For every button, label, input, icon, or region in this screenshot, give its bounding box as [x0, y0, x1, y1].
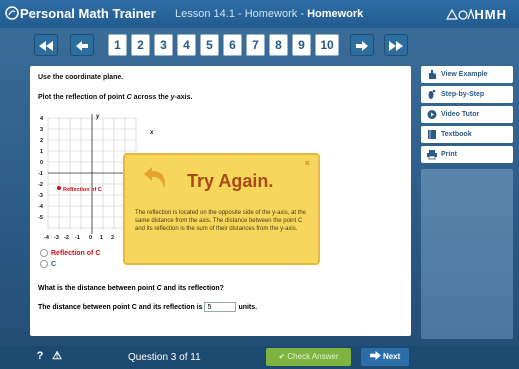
radio-button[interactable] [40, 260, 48, 269]
help-icon[interactable]: ? [34, 350, 46, 363]
x-axis-label: x [149, 130, 154, 136]
popup-title: Try Again. [187, 171, 274, 191]
x-tick: 2 [111, 235, 114, 241]
video-tutor-button[interactable]: Video Tutor [421, 106, 513, 123]
page-button-4[interactable]: 4 [177, 34, 196, 56]
question-prompt: Plot the reflection of point C across th… [38, 94, 193, 101]
question-panel: Use the coordinate plane. Plot the refle… [30, 66, 411, 336]
textbook-button[interactable]: Textbook [421, 126, 513, 143]
next-question-nav-button[interactable] [350, 34, 374, 56]
footer-bar: ? ⚠ Question 3 of 11 ✔ Check Answer Next [0, 346, 519, 369]
try-again-popup: × Try Again. The reflection is located o… [123, 153, 320, 265]
print-button[interactable]: Print [421, 146, 513, 163]
printer-icon [427, 150, 437, 160]
point-options: Reflection of C C [40, 248, 100, 270]
last-question-button[interactable] [384, 34, 408, 56]
y-tick: 2 [40, 138, 43, 144]
option-reflection-of-c[interactable]: Reflection of C [40, 248, 100, 259]
x-tick: 0 [89, 235, 92, 241]
reflection-point-label: Reflection of C [63, 187, 102, 193]
page-button-6[interactable]: 6 [223, 34, 242, 56]
next-button[interactable]: Next [361, 348, 409, 366]
y-axis-label: y [95, 114, 100, 120]
option-c[interactable]: C [40, 259, 100, 270]
answer-sentence: The distance between point C and its ref… [38, 302, 258, 312]
page-button-3[interactable]: 3 [154, 34, 173, 56]
y-tick: -2 [38, 182, 43, 188]
pointing-hand-icon [429, 70, 436, 79]
page-button-1[interactable]: 1 [108, 34, 127, 56]
instruction-text: Use the coordinate plane. [38, 74, 124, 81]
distance-answer-input[interactable]: 5 [204, 302, 237, 312]
y-tick: -3 [38, 193, 43, 199]
page-button-10[interactable]: 10 [315, 34, 339, 56]
undo-arrow-icon [144, 167, 165, 189]
view-example-button[interactable]: View Example [421, 66, 513, 83]
x-tick: 1 [100, 235, 103, 241]
arrow-right-icon [356, 41, 368, 51]
page-button-9[interactable]: 9 [292, 34, 311, 56]
sidebar-panel [421, 169, 513, 339]
arrow-left-icon [76, 41, 88, 51]
play-icon [427, 110, 437, 119]
y-tick: -5 [38, 215, 43, 221]
y-tick: 0 [40, 160, 43, 166]
distance-question: What is the distance between point C and… [38, 285, 224, 292]
y-tick: -1 [38, 171, 43, 177]
help-sidebar: View Example Step-by-Step Video Tutor Te… [421, 66, 513, 166]
y-tick: 1 [40, 149, 43, 155]
first-question-button[interactable] [34, 34, 58, 56]
page-button-8[interactable]: 8 [269, 34, 288, 56]
y-tick: -4 [38, 204, 44, 210]
step-by-step-button[interactable]: Step-by-Step [421, 86, 513, 103]
arrow-right-icon [369, 351, 381, 360]
question-counter: Question 3 of 11 [128, 352, 201, 363]
footprint-icon [428, 89, 436, 99]
x-tick: -2 [64, 235, 69, 241]
x-tick: -3 [54, 235, 59, 241]
double-chevron-right-icon [389, 41, 403, 51]
check-answer-button[interactable]: ✔ Check Answer [266, 348, 351, 366]
app-title: Personal Math Trainer [20, 6, 156, 21]
head-icon [5, 6, 19, 20]
x-tick: -4 [44, 235, 50, 241]
previous-question-button[interactable] [70, 34, 94, 56]
y-tick: 4 [40, 116, 44, 122]
x-tick: -1 [75, 235, 80, 241]
popup-message: The reflection is located on the opposit… [135, 210, 307, 232]
page-button-5[interactable]: 5 [200, 34, 219, 56]
book-icon [428, 130, 436, 139]
double-chevron-left-icon [39, 41, 53, 51]
app-header: Personal Math Trainer Lesson 14.1 - Home… [0, 0, 519, 28]
radio-button[interactable] [40, 249, 48, 258]
checkmark-icon: ✔ [278, 352, 286, 361]
warning-icon[interactable]: ⚠ [51, 350, 63, 363]
lesson-title: Lesson 14.1 - Homework - Homework [175, 8, 364, 20]
close-icon[interactable]: × [305, 158, 310, 168]
page-button-7[interactable]: 7 [246, 34, 265, 56]
hmh-logo-icon [446, 8, 475, 20]
reflection-point[interactable] [57, 186, 61, 190]
publisher-logo: HMH [446, 7, 507, 22]
y-tick: 3 [40, 127, 43, 133]
page-button-2[interactable]: 2 [131, 34, 150, 56]
